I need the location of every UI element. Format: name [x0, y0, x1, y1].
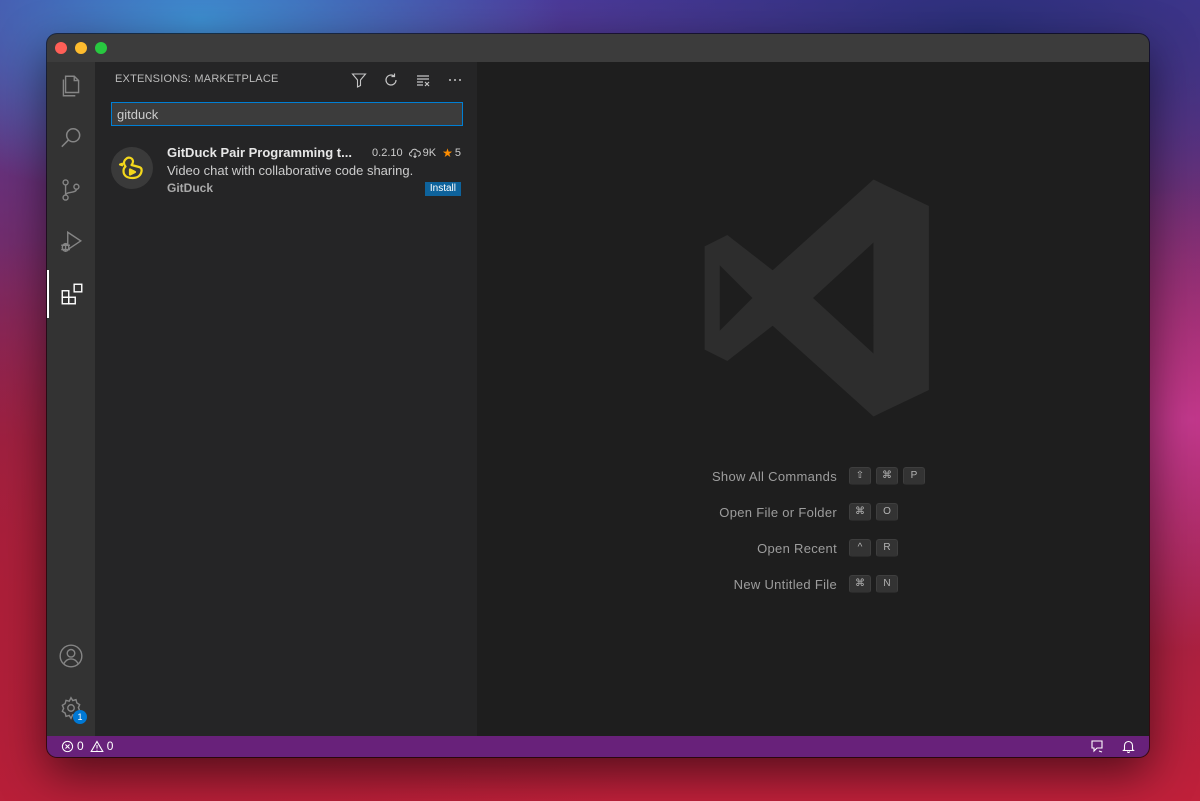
extensions-icon[interactable] — [47, 270, 95, 318]
extension-version: 0.2.10 — [372, 147, 403, 159]
feedback-icon[interactable] — [1090, 739, 1104, 753]
sidebar-title: EXTENSIONS: MARKETPLACE — [115, 73, 279, 85]
shortcut-keys: ⌘ O — [849, 503, 898, 521]
warning-icon — [89, 739, 104, 752]
status-bar: 0 0 — [47, 736, 1149, 757]
key-cap: ⌘ — [849, 575, 871, 593]
extension-downloads: 9K — [422, 147, 437, 159]
maximize-window-button[interactable] — [95, 42, 107, 54]
download-cloud-icon — [408, 148, 421, 158]
key-cap: O — [876, 503, 898, 521]
extension-name: GitDuck Pair Programming t... — [167, 145, 352, 160]
key-cap: ⌘ — [876, 467, 898, 485]
problems-indicator[interactable]: 0 0 — [61, 739, 113, 753]
warning-count: 0 — [106, 739, 114, 753]
key-cap: P — [903, 467, 925, 485]
refresh-icon[interactable] — [381, 70, 401, 90]
shortcut-open-recent[interactable]: Open Recent ^ R — [477, 538, 1149, 560]
shortcut-label: Open Recent — [757, 541, 837, 556]
key-cap: ⇧ — [849, 467, 871, 485]
shortcut-label: New Untitled File — [733, 577, 837, 592]
extensions-sidebar: EXTENSIONS: MARKETPLACE gitduck GitDuck … — [95, 62, 477, 736]
shortcut-show-all-commands[interactable]: Show All Commands ⇧ ⌘ P — [477, 466, 1149, 488]
gitduck-logo-icon — [111, 147, 153, 189]
key-cap: ^ — [849, 539, 871, 557]
key-cap: R — [876, 539, 898, 557]
extension-rating: 5 — [454, 147, 461, 159]
shortcut-new-untitled-file[interactable]: New Untitled File ⌘ N — [477, 574, 1149, 596]
extension-search-input[interactable] — [111, 102, 463, 126]
shortcut-keys: ^ R — [849, 539, 898, 557]
close-window-button[interactable] — [55, 42, 67, 54]
vscode-window: 1 EXTENSIONS: MARKETPLACE gitduck GitDuc… — [47, 34, 1149, 757]
shortcut-label: Show All Commands — [711, 469, 837, 484]
manage-gear-icon[interactable]: 1 — [47, 684, 95, 732]
extension-meta: 0.2.10 9K ★ 5 — [372, 146, 461, 160]
key-cap: N — [876, 575, 898, 593]
minimize-window-button[interactable] — [75, 42, 87, 54]
editor-area: Show All Commands ⇧ ⌘ P Open File or Fol… — [477, 62, 1149, 736]
activity-bar: 1 — [47, 62, 95, 736]
star-icon: ★ — [442, 146, 453, 160]
source-control-icon[interactable] — [47, 166, 95, 214]
extension-list-item[interactable]: GitDuck Pair Programming t... 0.2.10 9K … — [95, 142, 477, 202]
accounts-icon[interactable] — [47, 632, 95, 680]
explorer-icon[interactable] — [47, 62, 95, 110]
extension-publisher: GitDuck — [167, 181, 214, 195]
key-cap: ⌘ — [849, 503, 871, 521]
shortcut-label: Open File or Folder — [719, 505, 837, 520]
filter-icon[interactable] — [349, 70, 369, 90]
sidebar-actions — [349, 70, 465, 90]
status-right-items — [1090, 739, 1135, 753]
run-debug-icon[interactable] — [47, 218, 95, 266]
more-actions-icon[interactable] — [445, 70, 465, 90]
title-bar — [47, 34, 1149, 62]
manage-badge: 1 — [73, 710, 87, 724]
search-icon[interactable] — [47, 114, 95, 162]
notifications-bell-icon[interactable] — [1122, 739, 1135, 753]
shortcut-open-file-or-folder[interactable]: Open File or Folder ⌘ O — [477, 502, 1149, 524]
shortcut-keys: ⌘ N — [849, 575, 898, 593]
error-count: 0 — [77, 739, 84, 753]
clear-results-icon[interactable] — [413, 70, 433, 90]
shortcut-keys: ⇧ ⌘ P — [849, 467, 925, 485]
extension-description: Video chat with collaborative code shari… — [167, 163, 414, 178]
install-button[interactable]: Install — [424, 182, 461, 196]
vscode-watermark-logo — [704, 179, 929, 417]
error-icon — [61, 740, 74, 752]
